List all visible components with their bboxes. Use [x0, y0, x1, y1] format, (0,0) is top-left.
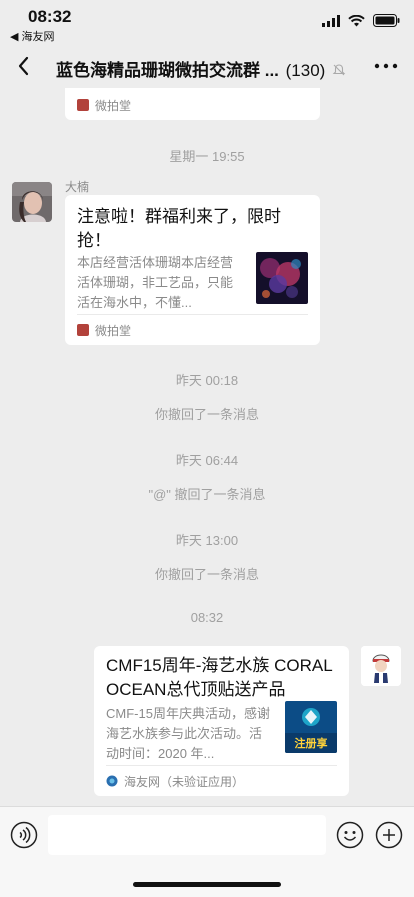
card-description: 本店经营活体珊瑚本店经营活体珊瑚，非工艺品，只能活在海水中，不懂...	[77, 255, 234, 310]
recall-notice: 你撤回了一条消息	[154, 407, 259, 422]
avatar[interactable]	[12, 182, 52, 222]
card-source-name: 微拍堂	[95, 98, 132, 113]
card-source: 微拍堂	[77, 90, 308, 120]
more-options-icon[interactable]	[372, 56, 400, 76]
timestamp: 昨天 06:44	[175, 453, 239, 468]
chat-title: 蓝色海精品珊瑚微拍交流群 ... (130)	[56, 56, 346, 81]
card-thumbnail: 注册享	[285, 701, 337, 753]
card-thumbnail	[256, 252, 308, 304]
sender-name: 大楠	[65, 180, 90, 194]
link-card-message-own[interactable]: CMF15周年-海艺水族 CORAL OCEAN总代顶贴送产品 CMF-15周年…	[94, 646, 349, 796]
back-arrow-icon[interactable]	[12, 52, 38, 80]
recall-notice: 你撤回了一条消息	[154, 567, 259, 582]
message-input[interactable]	[48, 815, 326, 855]
card-title: 注意啦！群福利来了，限时抢！	[77, 207, 281, 250]
card-source: 微拍堂	[77, 314, 308, 345]
emoji-icon[interactable]	[336, 821, 364, 849]
member-count: (130)	[285, 61, 326, 80]
back-to-app-link[interactable]: ◀ 海友网	[10, 28, 55, 44]
haiyou-logo-icon	[106, 775, 118, 787]
status-time: 08:32	[28, 7, 72, 26]
avatar-image	[361, 646, 401, 686]
voice-input-icon[interactable]	[10, 821, 38, 849]
nav-bar: 蓝色海精品珊瑚微拍交流群 ... (130)	[0, 44, 414, 88]
signal-icon	[322, 14, 340, 27]
timestamp: 昨天 00:18	[175, 373, 239, 388]
link-card-partial[interactable]: 微拍堂	[65, 88, 320, 120]
home-indicator[interactable]	[133, 882, 281, 887]
timestamp: 昨天 13:00	[175, 533, 239, 548]
my-avatar[interactable]	[361, 646, 401, 686]
chat-messages[interactable]: 微拍堂 星期一 19:55 大楠 注意啦！群福利来了，限时抢！ 本店经营活体珊瑚…	[0, 88, 414, 806]
weipaitang-icon	[77, 99, 89, 111]
recall-notice: "@" 撤回了一条消息	[148, 487, 266, 502]
avatar-image	[12, 182, 52, 222]
status-bar: 08:32 ◀ 海友网	[0, 0, 414, 44]
battery-icon	[373, 14, 400, 27]
link-card-message[interactable]: 注意啦！群福利来了，限时抢！ 本店经营活体珊瑚本店经营活体珊瑚，非工艺品，只能活…	[65, 195, 320, 345]
timestamp: 星期一 19:55	[169, 149, 245, 164]
card-source-name: 微拍堂	[95, 323, 132, 338]
card-title: CMF15周年-海艺水族 CORAL OCEAN总代顶贴送产品	[106, 656, 333, 699]
wifi-icon	[348, 14, 365, 26]
thumbnail-text: 注册享	[294, 738, 328, 750]
mute-bell-icon	[332, 64, 346, 76]
chat-title-text: 蓝色海精品珊瑚微拍交流群 ...	[56, 61, 279, 80]
weipaitang-icon	[77, 324, 89, 336]
status-icons	[322, 14, 400, 27]
timestamp: 08:32	[190, 610, 224, 625]
card-description: CMF-15周年庆典活动，感谢海艺水族参与此次活动。活动时间：2020 年...	[106, 706, 270, 761]
coral-image	[256, 252, 308, 304]
more-functions-plus-icon[interactable]	[375, 821, 403, 849]
card-source-name: 海友网（未验证应用）	[124, 774, 245, 789]
card-source: 海友网（未验证应用）	[106, 765, 337, 796]
